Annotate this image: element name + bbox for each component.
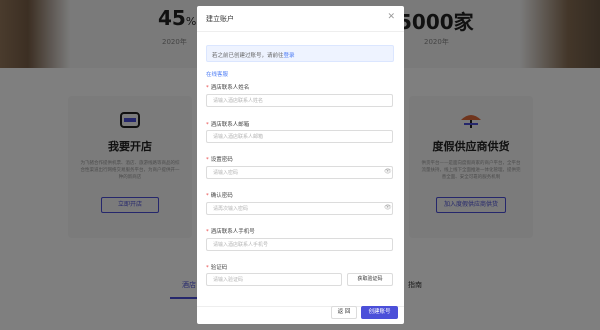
back-button[interactable]: 返 回	[331, 306, 357, 319]
contact-email-label-text: 酒店联系人邮箱	[210, 122, 250, 128]
contact-phone-label-text: 酒店联系人手机号	[210, 229, 255, 235]
create-account-modal: 建立账户 ✕ 若之前已创建过账号，请前往登录 在线客服 *酒店联系人姓名 *酒店…	[197, 6, 404, 324]
login-notice: 若之前已创建过账号，请前往登录	[206, 45, 394, 62]
verification-code-label-text: 验证码	[210, 265, 228, 271]
get-code-button[interactable]: 获取验证码	[347, 273, 393, 286]
confirm-password-label-text: 确认密码	[210, 193, 233, 199]
confirm-password-visibility-icon[interactable]: 👁	[384, 204, 392, 211]
contact-phone-input[interactable]	[206, 238, 393, 251]
contact-name-label: * 酒店联系人姓名	[206, 85, 250, 91]
verification-code-label: * 验证码	[206, 265, 228, 271]
contact-phone-label: * 酒店联系人手机号	[206, 229, 255, 235]
login-link[interactable]: 登录	[284, 53, 295, 59]
online-service-link[interactable]: 在线客服	[206, 70, 228, 78]
confirm-password-label: * 确认密码	[206, 193, 233, 199]
confirm-password-input[interactable]	[206, 202, 393, 215]
contact-name-input[interactable]	[206, 94, 393, 107]
password-visibility-icon[interactable]: 👁	[384, 168, 392, 175]
login-notice-text: 若之前已创建过账号，请前往	[212, 53, 284, 59]
contact-name-label-text: 酒店联系人姓名	[210, 85, 250, 91]
create-account-button[interactable]: 创建账号	[361, 306, 398, 319]
contact-email-label: * 酒店联系人邮箱	[206, 122, 250, 128]
contact-email-input[interactable]	[206, 130, 393, 143]
close-icon[interactable]: ✕	[387, 12, 395, 22]
password-label-text: 设置密码	[210, 157, 233, 163]
verification-code-input[interactable]	[206, 273, 342, 286]
password-input[interactable]	[206, 166, 393, 179]
modal-title: 建立账户	[206, 15, 234, 23]
password-label: * 设置密码	[206, 157, 233, 163]
